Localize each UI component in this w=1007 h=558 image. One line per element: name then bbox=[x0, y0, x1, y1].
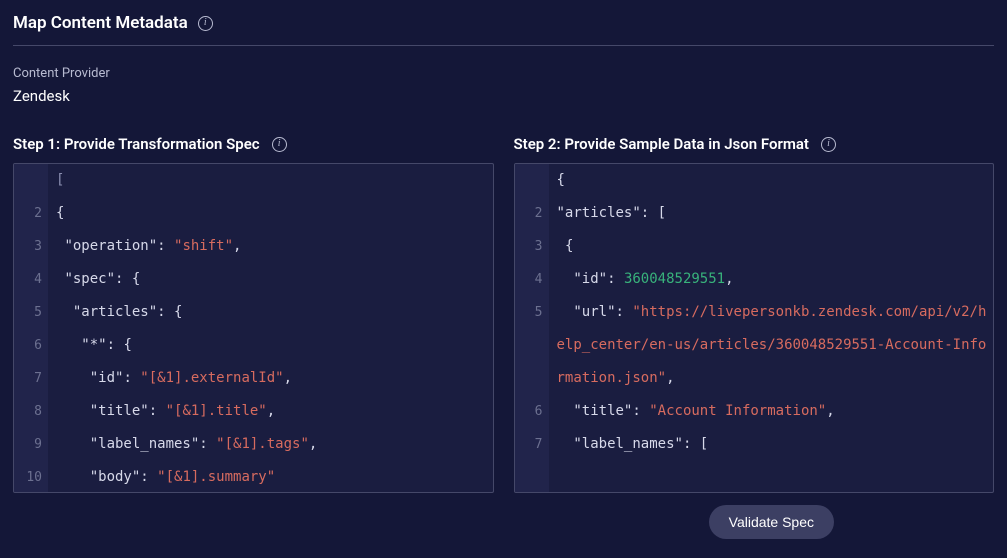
line-number: 6 bbox=[14, 329, 48, 362]
line-number: 7 bbox=[14, 362, 48, 395]
info-icon[interactable]: i bbox=[198, 16, 213, 31]
line-number: 4 bbox=[14, 263, 48, 296]
line-number: 2 bbox=[14, 197, 48, 230]
line-number: 4 bbox=[515, 263, 549, 296]
content-provider-value: Zendesk bbox=[13, 87, 994, 105]
line-number: 3 bbox=[515, 230, 549, 263]
line-number: 7 bbox=[515, 428, 549, 461]
code-line[interactable]: [ bbox=[56, 164, 493, 197]
page-title: Map Content Metadata bbox=[13, 13, 188, 33]
code-line[interactable]: { bbox=[557, 230, 994, 263]
validate-spec-button[interactable]: Validate Spec bbox=[709, 505, 834, 539]
step2-title: Step 2: Provide Sample Data in Json Form… bbox=[514, 135, 809, 153]
code-line[interactable]: { bbox=[56, 197, 493, 230]
content-provider-block: Content Provider Zendesk bbox=[13, 66, 994, 105]
section-header: Map Content Metadata i bbox=[13, 13, 994, 46]
code-line[interactable]: "*": { bbox=[56, 329, 493, 362]
transformation-spec-editor[interactable]: 2345678910 [{ "operation": "shift", "spe… bbox=[13, 163, 494, 493]
code-line[interactable]: "articles": { bbox=[56, 296, 493, 329]
step1-column: Step 1: Provide Transformation Spec i 23… bbox=[13, 135, 494, 493]
code-line[interactable]: "body": "[&1].summary" bbox=[56, 461, 493, 493]
line-number: 8 bbox=[14, 395, 48, 428]
code-line[interactable]: "title": "[&1].title", bbox=[56, 395, 493, 428]
line-number bbox=[515, 164, 549, 197]
line-number: 3 bbox=[14, 230, 48, 263]
line-number: 10 bbox=[14, 461, 48, 493]
line-number: 2 bbox=[515, 197, 549, 230]
code-line[interactable]: "id": "[&1].externalId", bbox=[56, 362, 493, 395]
step1-title: Step 1: Provide Transformation Spec bbox=[13, 135, 260, 153]
line-number: 9 bbox=[14, 428, 48, 461]
code-line[interactable]: "articles": [ bbox=[557, 197, 994, 230]
sample-data-editor[interactable]: 234567 {"articles": [ { "id": 3600485295… bbox=[514, 163, 995, 493]
code-line[interactable]: "spec": { bbox=[56, 263, 493, 296]
line-number: 5 bbox=[14, 296, 48, 329]
step2-column: Step 2: Provide Sample Data in Json Form… bbox=[514, 135, 995, 493]
code-line[interactable]: "id": 360048529551, bbox=[557, 263, 994, 296]
line-number: 6 bbox=[515, 395, 549, 428]
line-number: 5 bbox=[515, 296, 549, 395]
code-line[interactable]: "operation": "shift", bbox=[56, 230, 493, 263]
code-line[interactable]: "label_names": "[&1].tags", bbox=[56, 428, 493, 461]
line-number bbox=[14, 164, 48, 197]
info-icon[interactable]: i bbox=[272, 137, 287, 152]
content-provider-label: Content Provider bbox=[13, 66, 994, 81]
code-line[interactable]: "title": "Account Information", bbox=[557, 395, 994, 428]
code-line[interactable]: "label_names": [ bbox=[557, 428, 994, 461]
info-icon[interactable]: i bbox=[821, 137, 836, 152]
code-line[interactable]: "url": "https://livepersonkb.zendesk.com… bbox=[557, 296, 994, 395]
code-line[interactable]: { bbox=[557, 164, 994, 197]
